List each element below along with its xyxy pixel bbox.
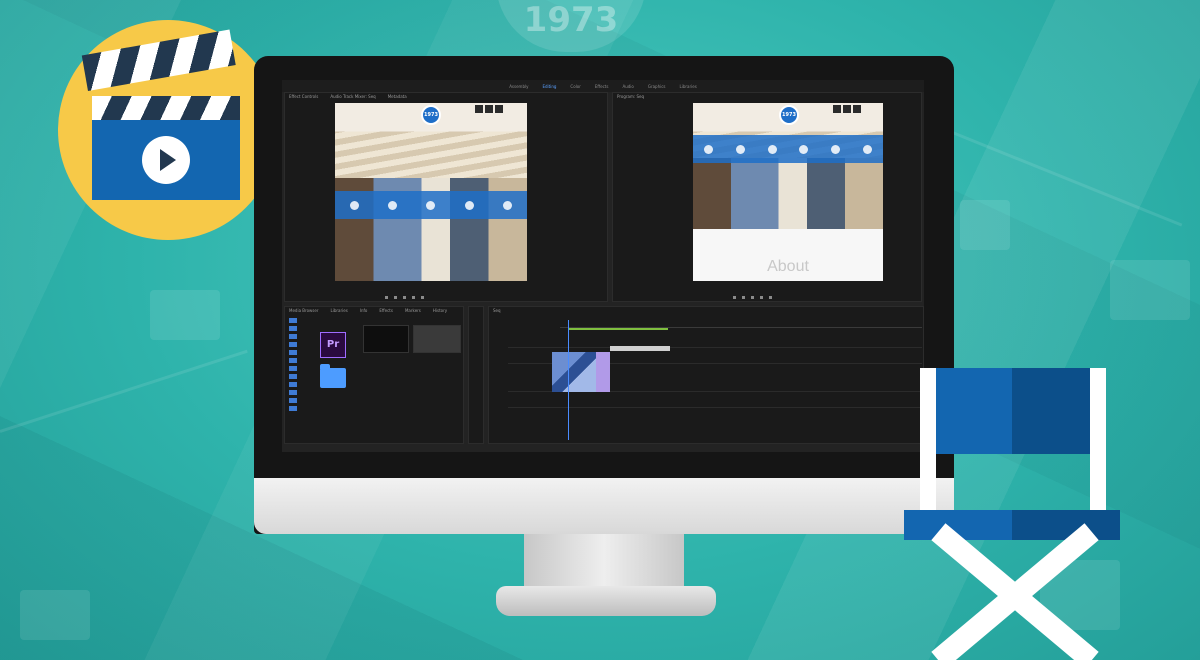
chair-post	[1090, 368, 1106, 516]
project-panel: Media Browser Libraries Info Effects Mar…	[284, 306, 464, 444]
workspace-bar: Assembly Editing Color Effects Audio Gra…	[282, 80, 924, 92]
location-pin-icon: 1973	[779, 105, 799, 125]
bg-image-tile	[1110, 260, 1190, 320]
tab-effect-controls[interactable]: Effect Controls	[289, 93, 318, 101]
chair-post	[920, 368, 936, 516]
monitor-stand-neck	[524, 534, 684, 592]
render-bar	[568, 328, 668, 330]
audio-track[interactable]	[508, 396, 922, 408]
playhead[interactable]	[568, 320, 569, 440]
overlay-menu-bar	[693, 135, 883, 163]
source-video-frame: 1973	[335, 103, 527, 281]
play-icon	[142, 136, 190, 184]
workspace-tab[interactable]: Assembly	[509, 84, 528, 89]
timeline-tab[interactable]: Seq	[489, 307, 923, 315]
program-video-frame: 1973 About	[693, 103, 883, 281]
media-thumbnail-selected[interactable]	[413, 325, 461, 353]
marker-icon[interactable]	[385, 295, 388, 299]
overlay-buttons	[475, 105, 503, 113]
workspace-tab[interactable]: Effects	[595, 84, 609, 89]
premiere-window: Assembly Editing Color Effects Audio Gra…	[282, 80, 924, 452]
workspace-tab[interactable]: Color	[570, 84, 580, 89]
monitor-chin	[254, 478, 954, 534]
tab-media-browser[interactable]: Media Browser	[289, 307, 319, 315]
location-pin-icon: 1973	[421, 105, 441, 125]
premiere-project-icon[interactable]: Pr	[320, 332, 346, 358]
step-back-icon[interactable]	[742, 295, 745, 299]
step-forward-icon[interactable]	[760, 295, 763, 299]
clapperboard-stripe	[92, 96, 240, 120]
tools-panel	[468, 306, 484, 444]
bg-image-tile	[150, 290, 220, 340]
export-frame-icon[interactable]	[769, 295, 772, 299]
source-transport-controls	[385, 293, 424, 301]
graphics-clip[interactable]	[596, 352, 610, 392]
workspace-tab[interactable]: Graphics	[648, 84, 666, 89]
tab-history[interactable]: History	[433, 307, 447, 315]
bg-image-tile	[20, 590, 90, 640]
workspace-tab[interactable]: Audio	[622, 84, 633, 89]
tab-metadata[interactable]: Metadata	[388, 93, 407, 101]
play-button-icon[interactable]	[403, 295, 406, 299]
program-monitor-panel: Program: Seq 1973 About	[612, 92, 922, 302]
monitor-stand-foot	[496, 586, 716, 616]
video-track[interactable]	[508, 336, 922, 348]
bg-image-tile	[960, 200, 1010, 250]
tab-markers[interactable]: Markers	[405, 307, 421, 315]
overlay-buttons	[833, 105, 861, 113]
clip-title-bar[interactable]	[610, 346, 670, 351]
tab-libraries[interactable]: Libraries	[331, 307, 348, 315]
tab-info[interactable]: Info	[360, 307, 368, 315]
timeline-ruler[interactable]	[560, 320, 922, 328]
source-monitor-panel: Effect Controls Audio Track Mixer: Seq M…	[284, 92, 608, 302]
marker-icon[interactable]	[733, 295, 736, 299]
tab-audio-mixer[interactable]: Audio Track Mixer: Seq	[330, 93, 375, 101]
office-scene	[693, 157, 883, 229]
overlay-menu-bar	[335, 191, 527, 219]
folder-icon[interactable]	[320, 364, 346, 388]
workspace-tab-active[interactable]: Editing	[542, 84, 556, 89]
video-clip[interactable]	[552, 352, 596, 392]
play-button-icon[interactable]	[751, 295, 754, 299]
about-section: About	[693, 229, 883, 281]
step-forward-icon[interactable]	[412, 295, 415, 299]
source-panel-tabs: Effect Controls Audio Track Mixer: Seq M…	[285, 93, 607, 101]
tab-effects[interactable]: Effects	[379, 307, 393, 315]
director-chair-seat-shade	[1012, 510, 1120, 540]
program-panel-title: Program: Seq	[617, 94, 645, 99]
workspace-tab[interactable]: Libraries	[680, 84, 697, 89]
insert-icon[interactable]	[421, 295, 424, 299]
program-transport-controls	[733, 293, 772, 301]
step-back-icon[interactable]	[394, 295, 397, 299]
director-chair-back-shade	[1012, 368, 1092, 454]
project-panel-tabs: Media Browser Libraries Info Effects Mar…	[285, 307, 463, 315]
media-thumbnail[interactable]	[363, 325, 409, 353]
